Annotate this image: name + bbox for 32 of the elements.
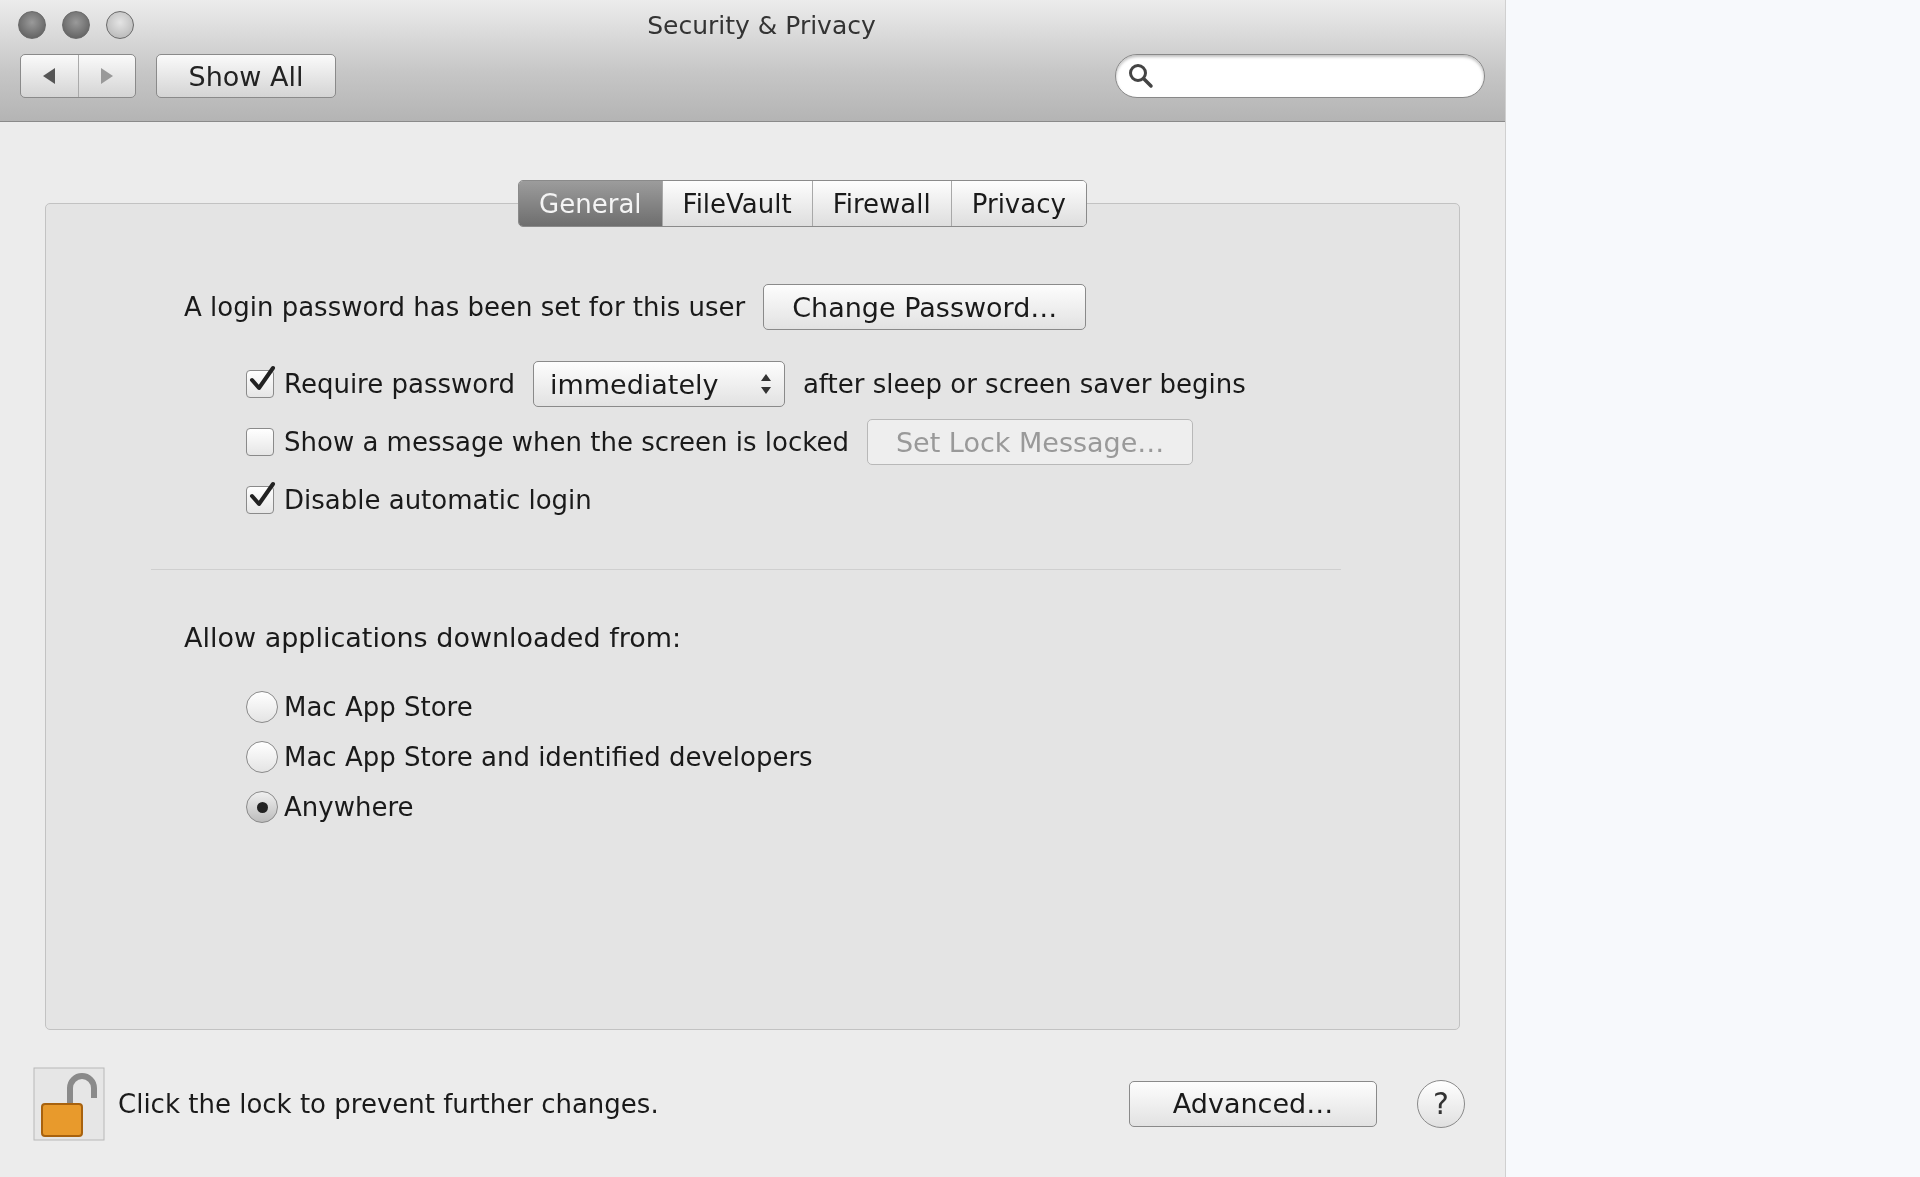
tab[interactable]: Privacy — [950, 181, 1086, 226]
radio-button[interactable] — [246, 741, 278, 773]
radio-label[interactable]: Mac App Store and identified developers — [284, 742, 813, 772]
checkbox[interactable] — [246, 428, 274, 456]
tab[interactable]: Firewall — [811, 181, 951, 226]
option-suffix-text: after sleep or screen saver begins — [802, 369, 1246, 399]
checkbox-label[interactable]: Show a message when the screen is locked — [284, 427, 849, 457]
section-heading: Allow applications downloaded from: — [184, 622, 683, 653]
stepper-arrows-icon — [759, 372, 772, 396]
password-status-text: A login password has been set for this user — [184, 292, 746, 322]
help-button[interactable]: ? — [1417, 1079, 1465, 1128]
tab[interactable]: FileVault — [661, 181, 812, 226]
checkbox-label[interactable]: Disable automatic login — [284, 485, 592, 515]
lock-hint-text: Click the lock to prevent further changes. — [118, 1088, 659, 1119]
zoom-button[interactable] — [106, 11, 134, 39]
radio-button[interactable] — [246, 791, 278, 823]
left-triangle-icon — [41, 67, 58, 85]
close-button[interactable] — [18, 11, 46, 39]
open-lock-icon[interactable] — [32, 1065, 106, 1142]
radio-label[interactable]: Mac App Store — [284, 692, 473, 722]
search-icon — [1128, 63, 1154, 89]
show-all-button[interactable]: Show All — [156, 54, 336, 98]
delay-dropdown[interactable]: immediately — [532, 361, 785, 407]
radio-button[interactable] — [246, 691, 278, 723]
right-triangle-icon — [98, 67, 115, 85]
minimize-button[interactable] — [62, 11, 90, 39]
advanced-button[interactable]: Advanced… — [1129, 1080, 1377, 1127]
window-title: Security & Privacy — [647, 10, 876, 40]
search-field[interactable] — [1115, 54, 1485, 98]
checkbox-label[interactable]: Require password — [284, 369, 515, 399]
radio-label[interactable]: Anywhere — [284, 792, 414, 822]
change-password-button[interactable]: Change Password… — [763, 284, 1087, 330]
